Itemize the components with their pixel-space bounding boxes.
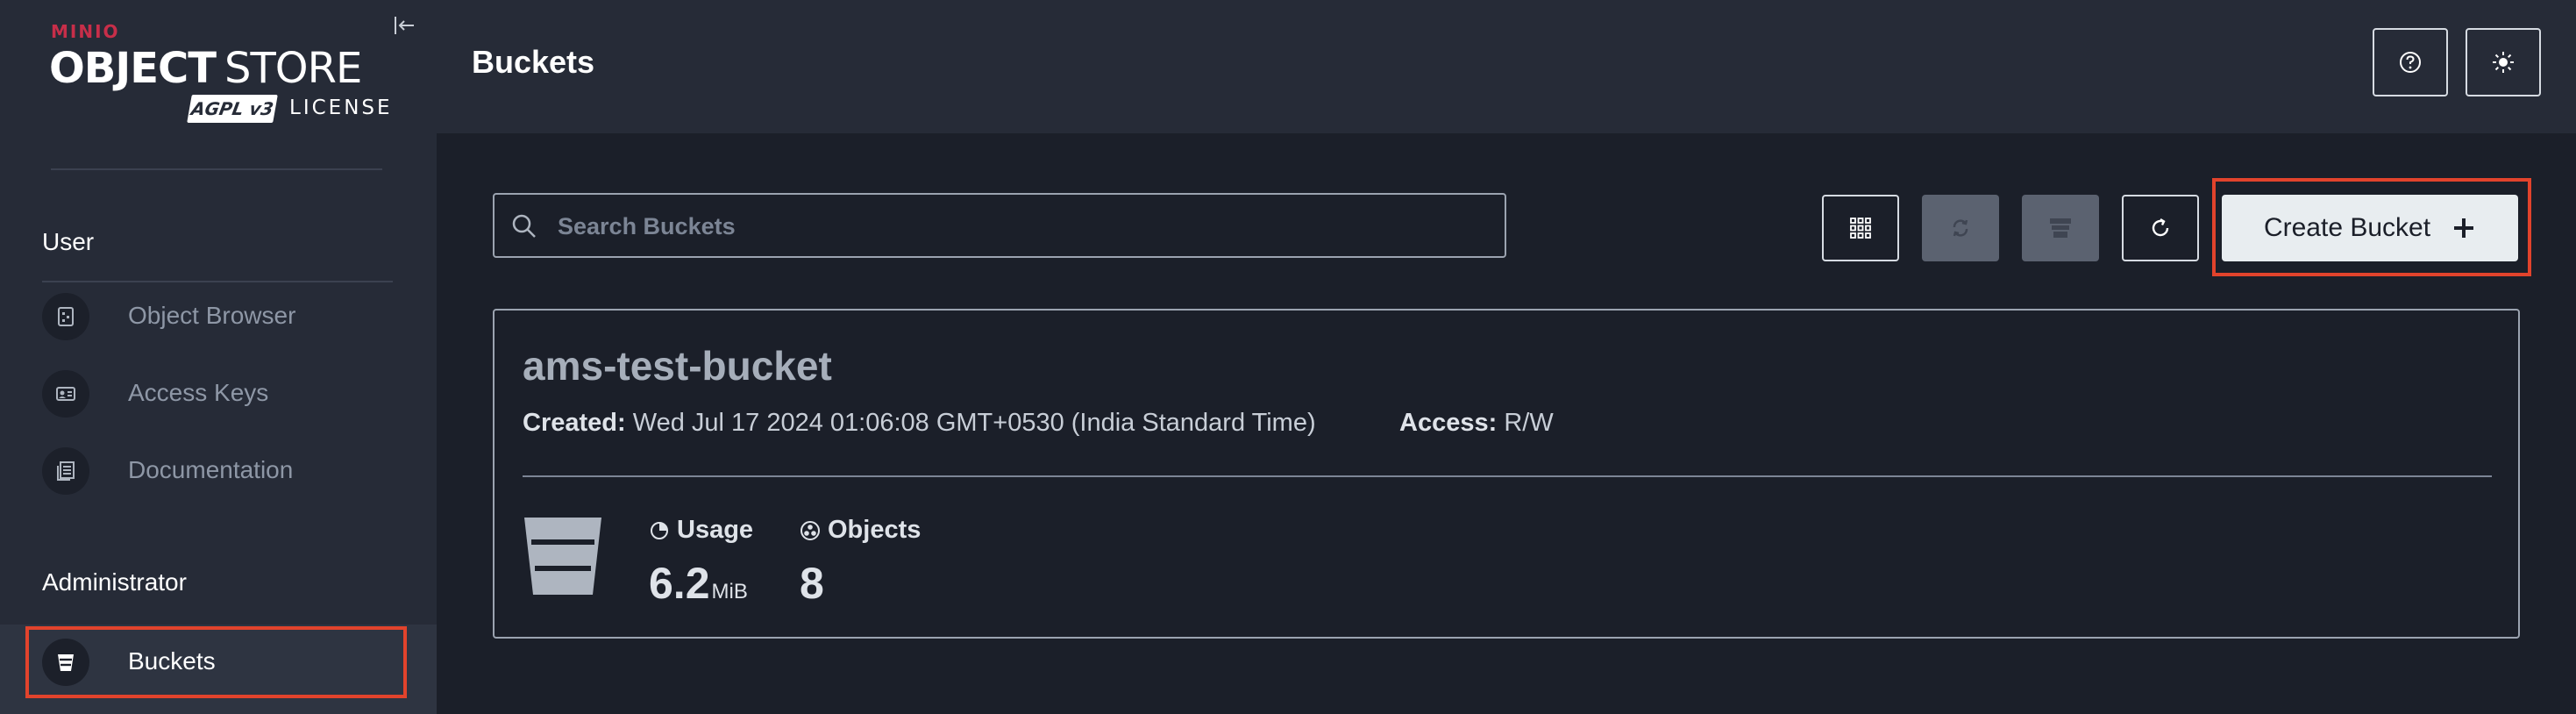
page-title: Buckets [472,44,595,80]
created-value: Wed Jul 17 2024 01:06:08 GMT+0530 (India… [632,409,1316,437]
objects-label-group: Objects [800,516,921,545]
documentation-icon [42,447,89,495]
objects-label: Objects [828,516,922,544]
lifecycle-button[interactable] [2022,195,2099,261]
objects-value: 8 [800,559,824,608]
buckets-stack-icon [2050,218,2071,238]
grid-icon [1850,218,1871,239]
search-icon [512,214,536,238]
collapse-sidebar-icon[interactable] [391,12,417,39]
sidebar-item-label: Access Keys [128,379,269,406]
section-administrator: Administrator [42,568,187,596]
help-button[interactable] [2373,28,2448,96]
replication-button[interactable] [1922,195,1999,261]
sidebar: MINIO OBJECT STORE AGPL v3 LICENSE User O… [0,0,437,714]
sidebar-item-label: Documentation [128,456,294,483]
access-info: Access: R/W [1399,409,1554,438]
refresh-button[interactable] [2122,195,2199,261]
usage-label-group: Usage [649,516,753,545]
pie-chart-icon [651,521,668,539]
usage-value-group: 6.2MiB [649,558,748,609]
objects-icon [801,520,820,540]
section-divider [42,281,393,282]
help-icon [2400,52,2421,73]
created-info: Created: Wed Jul 17 2024 01:06:08 GMT+05… [523,409,1316,438]
header: Buckets [437,0,2576,133]
replication-icon [1953,219,1968,237]
card-divider [523,475,2492,477]
bucket-card[interactable]: ams-test-bucket Created: Wed Jul 17 2024… [493,309,2520,639]
sun-icon [2493,52,2514,73]
sidebar-item-label: Object Browser [128,302,296,329]
usage-label: Usage [677,516,754,544]
brand-product-light: STORE [224,44,362,93]
access-label: Access: [1399,409,1498,437]
bucket-large-icon [524,518,601,595]
sidebar-item-object-browser[interactable]: Object Browser [42,289,393,346]
brand-vendor: MINIO [51,21,120,42]
object-browser-icon [42,293,89,340]
license-label: LICENSE [289,96,393,119]
usage-value: 6.2 [649,559,710,608]
create-bucket-highlight-box [2212,178,2531,276]
refresh-icon [2152,218,2169,237]
section-user: User [42,228,95,255]
search-input[interactable] [556,195,1489,258]
brand-product-bold: OBJECT [49,44,217,93]
sidebar-item-access-keys[interactable]: Access Keys [42,367,393,423]
created-label: Created: [523,409,626,437]
agpl-badge: AGPL v3 [187,95,278,123]
brand-product: OBJECT STORE [49,44,362,93]
search-box[interactable] [493,193,1506,258]
brand-divider [51,168,382,170]
sidebar-item-documentation[interactable]: Documentation [42,444,393,500]
usage-unit: MiB [711,580,748,603]
bucket-name[interactable]: ams-test-bucket [523,342,832,389]
theme-toggle-button[interactable] [2466,28,2541,96]
access-value: R/W [1504,409,1554,437]
buckets-highlight-box [25,626,407,698]
grid-view-button[interactable] [1822,195,1899,261]
access-keys-icon [42,370,89,418]
